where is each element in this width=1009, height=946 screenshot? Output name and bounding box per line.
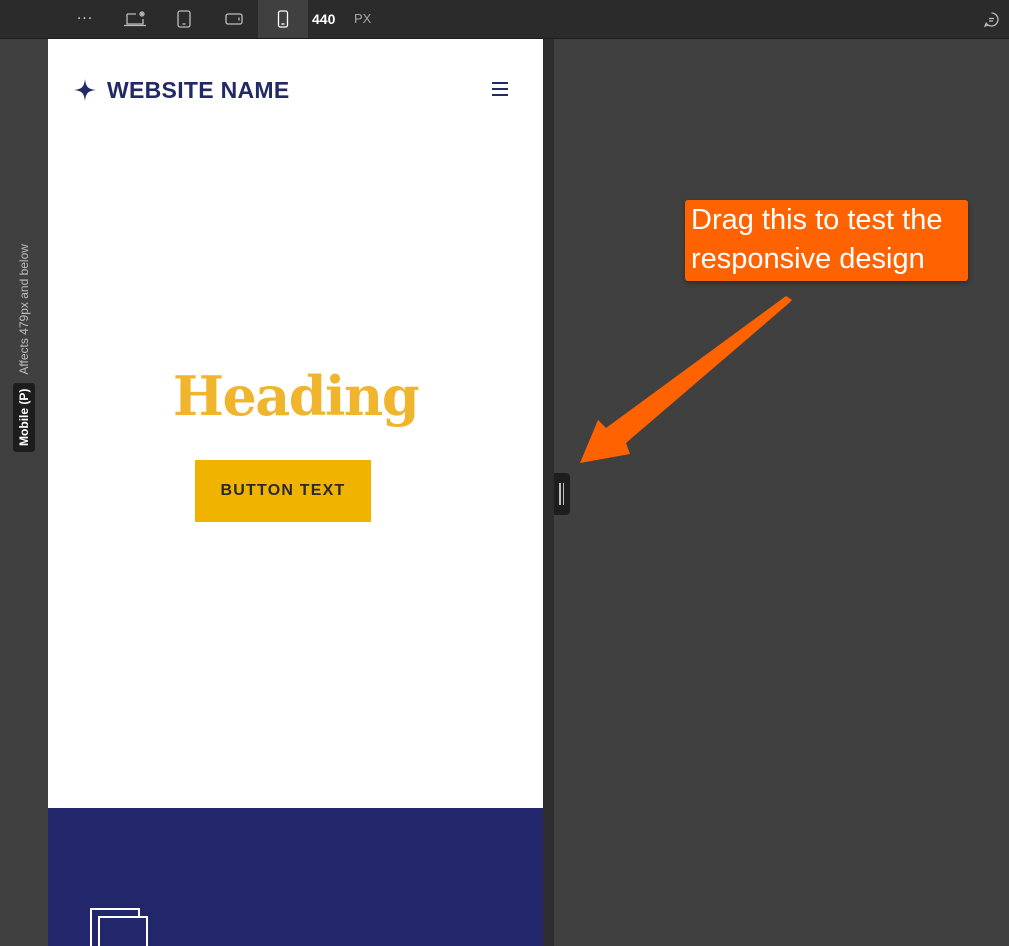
site-navbar: WEBSITE NAME [48, 39, 543, 143]
site-brand-name[interactable]: WEBSITE NAME [107, 77, 290, 104]
stacked-squares-icon [90, 908, 148, 946]
breakpoint-desktop-button[interactable] [110, 0, 160, 38]
sparkle-star-icon [74, 79, 96, 101]
hero-cta-button[interactable]: BUTTON TEXT [195, 460, 371, 522]
annotation-line-2: responsive design [691, 243, 925, 275]
comments-button[interactable] [980, 9, 1002, 29]
mobile-landscape-icon [225, 13, 243, 25]
breakpoint-mobile-portrait-button[interactable] [258, 0, 308, 38]
desktop-star-icon [124, 11, 146, 27]
breakpoint-info-strip: Mobile (P) Affects 479px and below [0, 39, 48, 946]
annotation-callout: Drag this to test the responsive design [685, 200, 968, 281]
breakpoint-info: Mobile (P) Affects 479px and below [13, 244, 35, 452]
more-options-label: ··· [76, 11, 94, 27]
breakpoint-mobile-landscape-button[interactable] [209, 0, 259, 38]
site-preview-canvas: WEBSITE NAME Heading BUTTON TEXT [48, 39, 543, 946]
canvas-resize-handle[interactable] [554, 473, 570, 515]
annotation-arrow-icon [580, 296, 792, 463]
navy-section [48, 808, 543, 946]
hero-heading: Heading [172, 364, 420, 428]
hamburger-menu-icon[interactable] [490, 80, 510, 98]
canvas-divider [543, 39, 554, 946]
breakpoint-tablet-button[interactable] [159, 0, 209, 38]
mobile-portrait-icon [277, 10, 289, 28]
comment-icon [983, 11, 999, 27]
breakpoint-note: Affects 479px and below [17, 244, 31, 375]
canvas-width-unit: PX [354, 11, 372, 26]
breakpoint-badge: Mobile (P) [13, 382, 35, 452]
canvas-width-input[interactable] [312, 9, 346, 29]
designer-toolbar: ··· PX [0, 0, 1009, 39]
tablet-icon [177, 10, 191, 28]
more-options-button[interactable]: ··· [60, 0, 110, 38]
annotation-line-1: Drag this to test the [691, 204, 943, 236]
